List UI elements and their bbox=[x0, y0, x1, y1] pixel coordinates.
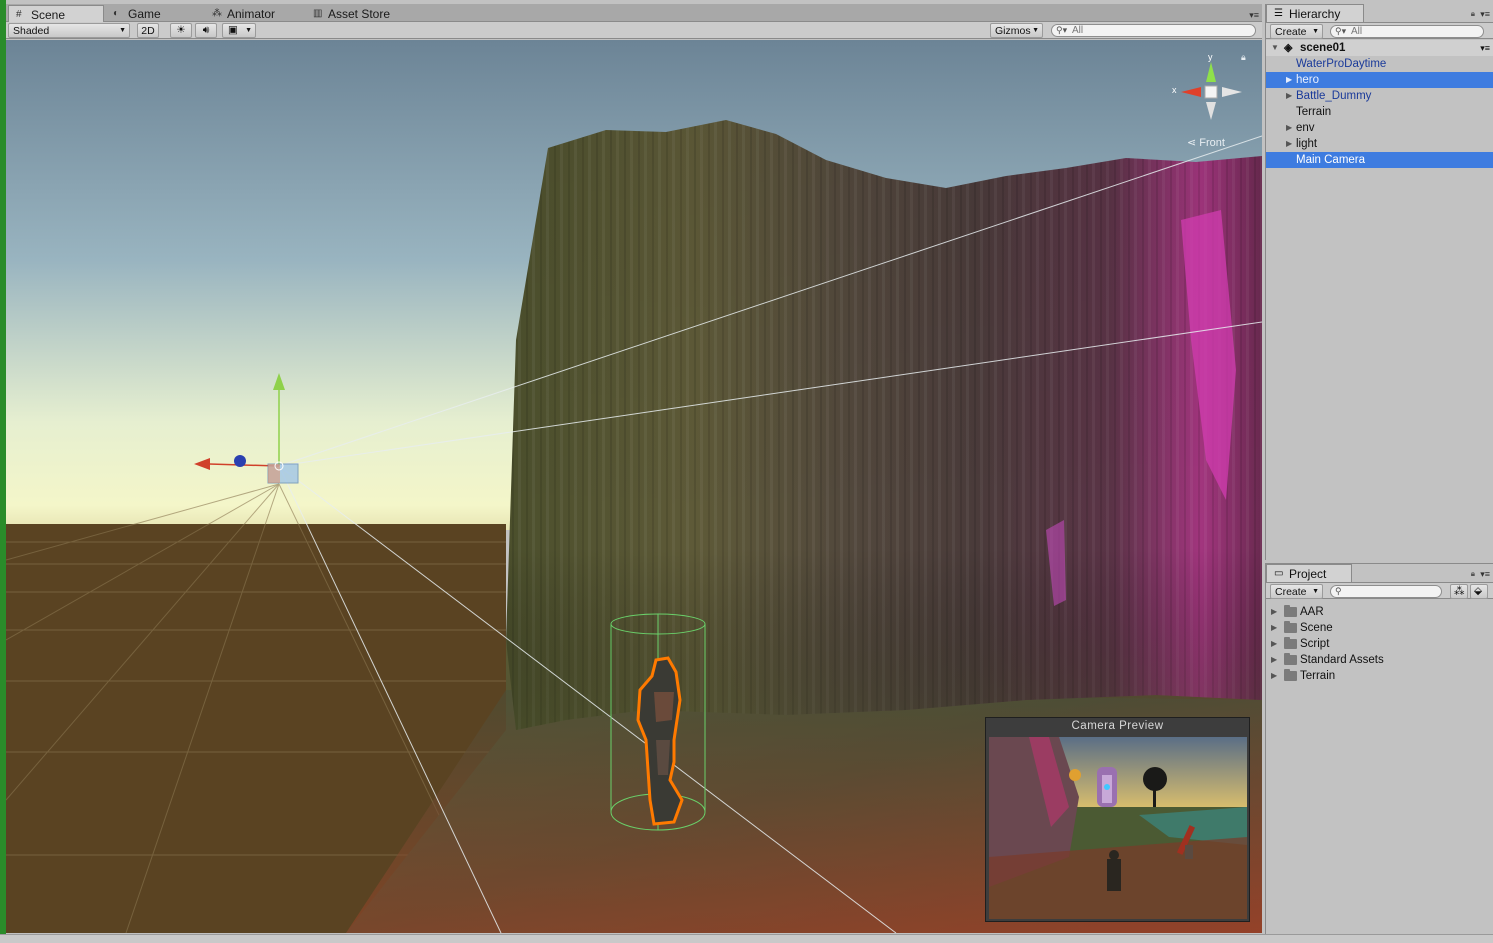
lock-icon[interactable]: 🔒︎ bbox=[1471, 569, 1475, 579]
dropdown-arrow-icon: ▼ bbox=[1312, 588, 1319, 595]
folder-icon bbox=[1284, 669, 1297, 681]
expand-arrow-icon[interactable]: ▶ bbox=[1271, 620, 1277, 636]
hierarchy-item-env[interactable]: ▶ env bbox=[1266, 120, 1493, 136]
axis-x-label: x bbox=[1172, 85, 1177, 95]
scene-menu-icon[interactable]: ▾≡ bbox=[1480, 40, 1490, 56]
tag-icon: ⬙ bbox=[1474, 585, 1483, 597]
tab-scene[interactable]: # Scene bbox=[8, 5, 104, 23]
expand-arrow-icon[interactable]: ▼ bbox=[1271, 40, 1279, 56]
scene-root-row[interactable]: ▼ ◈ scene01 ▾≡ bbox=[1266, 40, 1493, 56]
hierarchy-item-terrain[interactable]: Terrain bbox=[1266, 104, 1493, 120]
tab-project[interactable]: ▭ Project bbox=[1266, 564, 1352, 582]
dropdown-arrow-icon: ▼ bbox=[1032, 27, 1039, 34]
hierarchy-item-waterprodaytime[interactable]: WaterProDaytime bbox=[1266, 56, 1493, 72]
gizmos-dropdown[interactable]: Gizmos ▼ bbox=[990, 23, 1043, 38]
filter-by-label-button[interactable]: ⬙ bbox=[1470, 584, 1488, 599]
hierarchy-panel: ☰ Hierarchy 🔒︎ ▾≡ Create ▼ ⚲▾ All ▼ ◈ sc… bbox=[1265, 4, 1493, 560]
sun-icon: ☀ bbox=[176, 24, 186, 36]
camera-preview-title: Camera Preview bbox=[1071, 720, 1164, 732]
dropdown-arrow-icon: ▼ bbox=[245, 27, 252, 34]
dropdown-arrow-icon: ▼ bbox=[1312, 28, 1319, 35]
scene-viewport[interactable]: y x ⋖ Front 🔒︎ Camera Preview bbox=[6, 40, 1262, 933]
pacman-icon: ◐ bbox=[113, 8, 120, 19]
hierarchy-search-input[interactable]: ⚲▾ All bbox=[1330, 25, 1484, 38]
expand-arrow-icon[interactable]: ▶ bbox=[1286, 88, 1292, 104]
animator-icon: ⁂ bbox=[212, 8, 222, 19]
hierarchy-item-battle-dummy[interactable]: ▶ Battle_Dummy bbox=[1266, 88, 1493, 104]
project-toolbar: Create ▼ ⚲ ⁂ ⬙ bbox=[1266, 582, 1493, 599]
effects-dropdown[interactable]: ▣ ▼ bbox=[222, 23, 256, 38]
unity-scene-icon: ◈ bbox=[1284, 42, 1293, 54]
expand-arrow-icon[interactable]: ▶ bbox=[1271, 604, 1277, 620]
shading-mode-dropdown[interactable]: Shaded ▼ bbox=[8, 23, 130, 38]
scene-toolbar: Shaded ▼ 2D ☀ 🔊︎ ▣ ▼ Gizmos ▼ ⚲▾ All bbox=[6, 22, 1262, 39]
tab-animator[interactable]: ⁂ Animator bbox=[205, 5, 305, 22]
expand-arrow-icon[interactable]: ▶ bbox=[1271, 668, 1277, 684]
folder-icon bbox=[1284, 637, 1297, 649]
project-panel: ▭ Project 🔒︎ ▾≡ Create ▼ ⚲ ⁂ ⬙ ▶ AAR ▶ S… bbox=[1265, 563, 1493, 934]
expand-arrow-icon[interactable]: ▶ bbox=[1286, 136, 1292, 152]
view-direction-label[interactable]: ⋖ Front bbox=[1187, 136, 1225, 149]
grid-icon: # bbox=[16, 9, 22, 20]
gizmo-lock-icon[interactable]: 🔒︎ bbox=[1241, 52, 1246, 63]
search-icon: ⚲▾ bbox=[1335, 26, 1347, 36]
lock-icon[interactable]: 🔒︎ bbox=[1471, 9, 1475, 19]
folder-icon bbox=[1284, 621, 1297, 633]
panel-menu-icon[interactable]: ▾≡ bbox=[1480, 9, 1490, 20]
list-icon: ☰ bbox=[1274, 8, 1283, 19]
project-folder-standard-assets[interactable]: ▶ Standard Assets bbox=[1266, 652, 1493, 668]
project-folder-aar[interactable]: ▶ AAR bbox=[1266, 604, 1493, 620]
speaker-icon: 🔊︎ bbox=[202, 24, 210, 36]
dropdown-arrow-icon: ▼ bbox=[119, 27, 126, 34]
hierarchy-item-main-camera[interactable]: Main Camera bbox=[1266, 152, 1493, 168]
tab-game[interactable]: ◐ Game bbox=[106, 5, 196, 22]
camera-preview-window: Camera Preview bbox=[985, 717, 1250, 922]
tab-asset-store[interactable]: ▥ Asset Store bbox=[306, 5, 416, 22]
axis-y-label: y bbox=[1208, 52, 1213, 62]
expand-arrow-icon[interactable]: ▶ bbox=[1271, 652, 1277, 668]
status-bar bbox=[0, 934, 1493, 943]
search-icon: ⚲▾ bbox=[1056, 25, 1068, 35]
shapes-icon: ⁂ bbox=[1454, 585, 1465, 597]
search-icon: ⚲ bbox=[1335, 586, 1342, 596]
project-create-dropdown[interactable]: Create ▼ bbox=[1270, 584, 1323, 599]
panel-menu-icon[interactable]: ▾≡ bbox=[1480, 569, 1490, 580]
expand-arrow-icon[interactable]: ▶ bbox=[1286, 120, 1292, 136]
folder-icon bbox=[1284, 605, 1297, 617]
lighting-toggle[interactable]: ☀ bbox=[170, 23, 192, 38]
panel-menu-icon[interactable]: ▾≡ bbox=[1249, 10, 1259, 21]
image-icon: ▣ bbox=[228, 24, 238, 36]
project-folder-terrain[interactable]: ▶ Terrain bbox=[1266, 668, 1493, 684]
hierarchy-item-light[interactable]: ▶ light bbox=[1266, 136, 1493, 152]
audio-toggle[interactable]: 🔊︎ bbox=[195, 23, 217, 38]
project-folder-script[interactable]: ▶ Script bbox=[1266, 636, 1493, 652]
mode-2d-toggle[interactable]: 2D bbox=[137, 23, 159, 38]
expand-arrow-icon[interactable]: ▶ bbox=[1286, 72, 1292, 88]
hierarchy-toolbar: Create ▼ ⚲▾ All bbox=[1266, 22, 1493, 39]
tab-hierarchy[interactable]: ☰ Hierarchy bbox=[1266, 4, 1364, 22]
folder-icon bbox=[1284, 653, 1297, 665]
folder-icon: ▭ bbox=[1274, 568, 1284, 579]
project-search-input[interactable]: ⚲ bbox=[1330, 585, 1442, 598]
filter-by-type-button[interactable]: ⁂ bbox=[1450, 584, 1468, 599]
hierarchy-item-hero[interactable]: ▶ hero bbox=[1266, 72, 1493, 88]
scene-panel: # Scene ◐ Game ⁂ Animator ▥ Asset Store … bbox=[6, 4, 1262, 934]
expand-arrow-icon[interactable]: ▶ bbox=[1271, 636, 1277, 652]
store-icon: ▥ bbox=[313, 8, 323, 19]
camera-preview-image bbox=[989, 737, 1247, 919]
hierarchy-create-dropdown[interactable]: Create ▼ bbox=[1270, 24, 1323, 39]
scene-search-input[interactable]: ⚲▾ All bbox=[1051, 24, 1256, 37]
perspective-icon: ⋖ bbox=[1187, 137, 1197, 149]
scene-tabbar: # Scene ◐ Game ⁂ Animator ▥ Asset Store … bbox=[6, 4, 1262, 23]
project-folder-scene[interactable]: ▶ Scene bbox=[1266, 620, 1493, 636]
